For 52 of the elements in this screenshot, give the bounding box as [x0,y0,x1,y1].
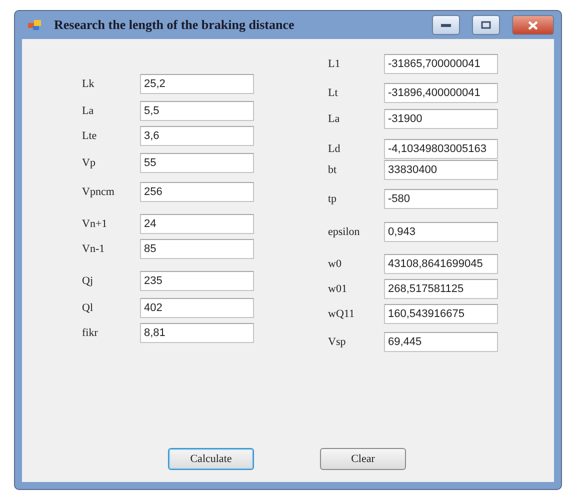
field-label: fikr [82,327,99,339]
input-field[interactable]: 268,517581125 [384,279,498,299]
field-label: wQ11 [328,308,356,320]
input-field[interactable]: 160,543916675 [384,304,498,324]
input-field[interactable]: 85 [140,239,254,259]
maximize-button[interactable] [472,15,500,35]
field-label: Lt [328,87,339,99]
input-field[interactable]: 0,943 [384,222,498,242]
input-field[interactable]: 5,5 [140,101,254,121]
input-field[interactable]: -31896,400000041 [384,83,498,103]
field-label: Ql [82,302,94,314]
field-label: Qj [82,275,94,287]
input-field[interactable]: 25,2 [140,74,254,94]
field-label: Vn+1 [82,218,108,230]
field-label: Ld [328,143,342,155]
input-field[interactable]: 33830400 [384,160,498,180]
minimize-icon [441,23,451,27]
action-button[interactable]: Calculate [168,448,254,470]
field-label: L1 [328,58,342,70]
input-field[interactable]: 8,81 [140,323,254,343]
field-label: Vn-1 [82,243,106,255]
close-button[interactable] [512,15,554,35]
field-label: w01 [328,283,348,295]
field-label: Vp [82,157,96,169]
field-label: w0 [328,258,342,270]
input-field[interactable]: 402 [140,298,254,318]
window-title: Research the length of the braking distance [54,17,296,33]
input-field[interactable]: 3,6 [140,126,254,146]
field-label: Lk [82,78,96,90]
input-field[interactable]: 55 [140,153,254,173]
field-label: Vsp [328,336,347,348]
input-field[interactable]: -31900 [384,109,498,129]
field-label: Vpncm [82,186,116,198]
close-icon [528,20,538,30]
input-field[interactable]: -4,10349803005163 [384,139,498,159]
input-field[interactable]: 235 [140,271,254,291]
input-field[interactable]: 24 [140,214,254,234]
input-field[interactable]: -580 [384,189,498,209]
action-button[interactable]: Clear [320,448,406,470]
field-label: La [82,105,95,117]
input-field[interactable]: 69,445 [384,332,498,352]
field-label: La [328,113,341,125]
field-label: tp [328,193,338,205]
field-label: epsilon [328,226,361,238]
app-icon [28,19,42,31]
field-label: Lte [82,130,98,142]
input-field[interactable]: 256 [140,182,254,202]
field-label: bt [328,164,338,176]
input-field[interactable]: 43108,8641699045 [384,254,498,274]
minimize-button[interactable] [432,15,460,35]
maximize-icon [481,21,491,29]
input-field[interactable]: -31865,700000041 [384,54,498,74]
